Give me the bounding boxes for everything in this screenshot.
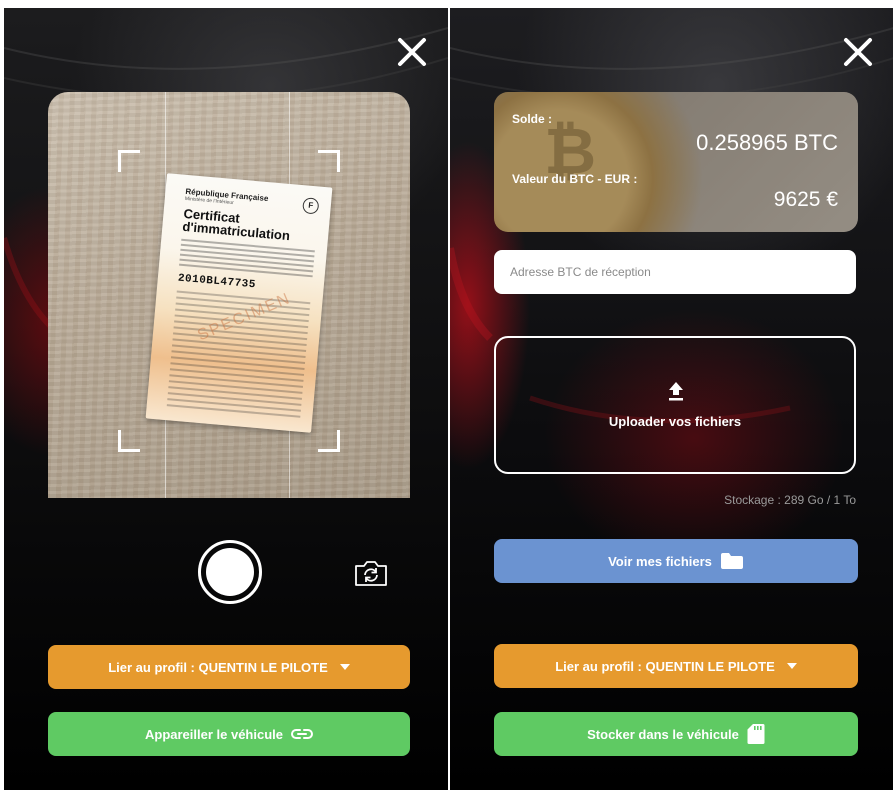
- shutter-icon: [206, 548, 254, 596]
- folder-icon: [720, 553, 743, 569]
- wallet-screen: ₿ Solde : 0.258965 BTC Valeur du BTC - E…: [450, 8, 893, 790]
- btc-value-label: Valeur du BTC - EUR :: [512, 172, 638, 186]
- scan-frame-corner: [118, 430, 140, 452]
- registration-certificate: République Française Ministère de l'Inté…: [145, 173, 333, 433]
- close-button[interactable]: [394, 34, 430, 70]
- balance-label: Solde :: [512, 112, 553, 126]
- document-title: Certificat d'immatriculation: [182, 206, 292, 243]
- camera-preview: République Française Ministère de l'Inté…: [48, 92, 410, 498]
- pair-vehicle-label: Appareiller le véhicule: [144, 726, 283, 742]
- store-vehicle-button[interactable]: Stocker dans le véhicule: [494, 712, 858, 756]
- storage-usage: Stockage : 289 Go / 1 To: [724, 493, 856, 507]
- chevron-down-icon: [786, 663, 797, 669]
- shutter-button[interactable]: [198, 540, 262, 604]
- link-profile-button[interactable]: Lier au profil : QUENTIN LE PILOTE: [494, 644, 858, 688]
- document-seal: F: [302, 197, 320, 215]
- eur-value: 9625 €: [773, 188, 838, 211]
- view-files-label: Voir mes fichiers: [608, 553, 712, 569]
- close-button[interactable]: [840, 34, 876, 70]
- scan-frame-corner: [318, 150, 340, 172]
- camera-screen: République Française Ministère de l'Inté…: [4, 8, 448, 790]
- chevron-down-icon: [339, 664, 350, 670]
- link-profile-label: Lier au profil : QUENTIN LE PILOTE: [108, 659, 328, 675]
- scan-frame-corner: [118, 150, 140, 172]
- pair-vehicle-button[interactable]: Appareiller le véhicule: [48, 712, 410, 756]
- close-icon: [398, 38, 426, 66]
- document-number: 2010BL47735: [177, 272, 257, 292]
- btc-balance: 0.258965 BTC: [696, 130, 838, 155]
- balance-card: ₿ Solde : 0.258965 BTC Valeur du BTC - E…: [494, 92, 858, 232]
- link-profile-button[interactable]: Lier au profil : QUENTIN LE PILOTE: [48, 645, 410, 689]
- view-files-button[interactable]: Voir mes fichiers: [494, 539, 858, 583]
- link-icon: [291, 729, 313, 739]
- link-profile-label: Lier au profil : QUENTIN LE PILOTE: [555, 658, 775, 674]
- upload-dropzone[interactable]: Uploader vos fichiers: [494, 336, 856, 474]
- scan-frame-corner: [318, 430, 340, 452]
- store-vehicle-label: Stocker dans le véhicule: [587, 726, 739, 742]
- camera-switch-icon: [355, 561, 387, 586]
- close-icon: [844, 38, 872, 66]
- switch-camera-button[interactable]: [353, 559, 389, 587]
- upload-icon: [669, 382, 683, 401]
- btc-address-input[interactable]: [494, 250, 856, 294]
- upload-label: Uploader vos fichiers: [608, 414, 742, 429]
- sd-card-icon: [747, 724, 765, 744]
